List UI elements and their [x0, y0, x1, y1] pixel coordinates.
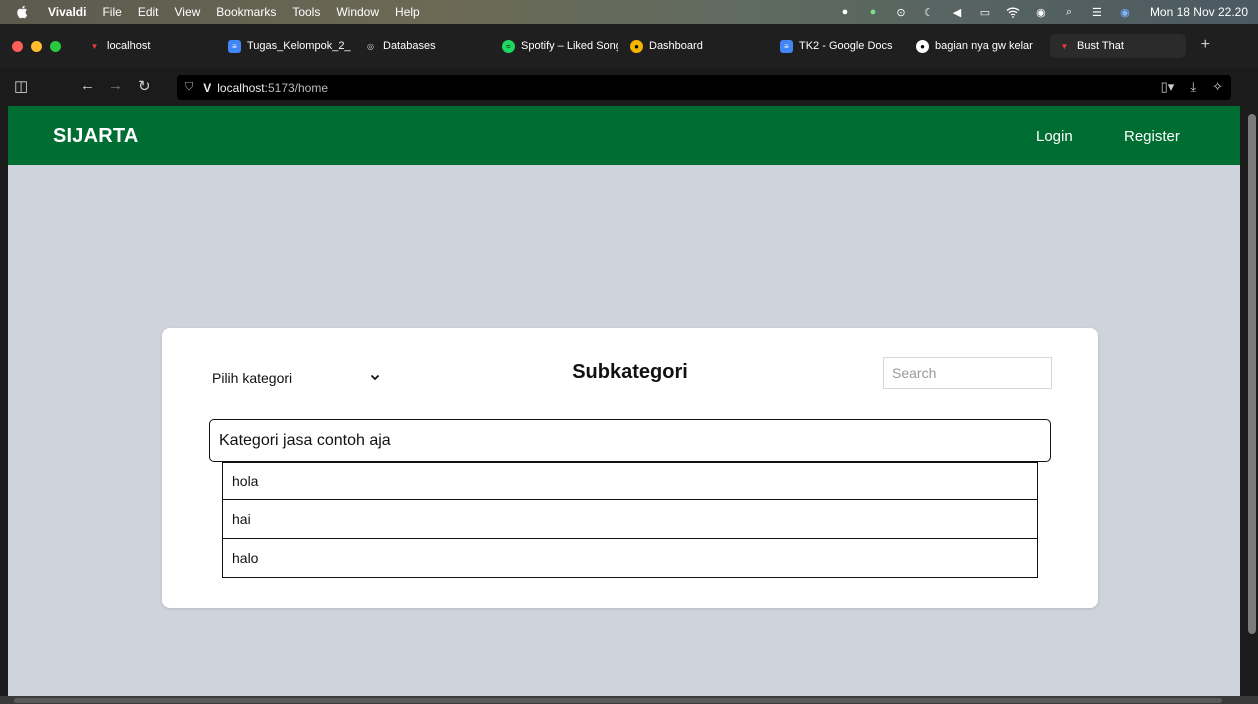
- zoom-window-icon[interactable]: [50, 41, 61, 52]
- moon-icon[interactable]: ☾: [922, 5, 936, 19]
- category-header[interactable]: Kategori jasa contoh aja: [209, 419, 1051, 462]
- siri-icon[interactable]: ◉: [1118, 5, 1132, 19]
- record-icon[interactable]: ●: [838, 5, 852, 19]
- tab-label: Spotify – Liked Songs: [521, 40, 618, 52]
- bookmark-icon[interactable]: ▯▾: [1161, 79, 1175, 95]
- url-field[interactable]: ⛉ V localhost:5173/home ▯▾ ⤓ ✧: [177, 75, 1231, 100]
- tab-tk2-google-docs[interactable]: ≡ TK2 - Google Docs: [780, 34, 904, 58]
- forward-icon[interactable]: →: [108, 77, 123, 94]
- tab-dashboard[interactable]: ● Dashboard: [630, 34, 740, 58]
- close-window-icon[interactable]: [12, 41, 23, 52]
- address-bar-row: ◫ ← → ↻ ⛉ V localhost:5173/home ▯▾ ⤓ ✧: [0, 68, 1258, 106]
- extensions-icon[interactable]: ✧: [1212, 79, 1223, 95]
- login-link[interactable]: Login: [1036, 128, 1073, 145]
- databases-icon: ◎: [367, 41, 374, 51]
- list-item[interactable]: hai: [222, 500, 1038, 539]
- shield-icon[interactable]: ⛉: [185, 81, 193, 94]
- tab-label: Bust That: [1077, 40, 1124, 52]
- subkategori-card: Pilih kategori Subkategori Search Katego…: [162, 328, 1098, 608]
- battery-icon[interactable]: ▭: [978, 5, 992, 19]
- new-tab-icon[interactable]: +: [1201, 36, 1210, 54]
- back-icon[interactable]: ←: [80, 77, 95, 94]
- apple-icon[interactable]: [14, 0, 30, 24]
- menu-bookmarks[interactable]: Bookmarks: [216, 5, 276, 19]
- dashboard-icon: ●: [630, 39, 643, 53]
- tab-spotify[interactable]: ≈ Spotify – Liked Songs: [502, 34, 618, 58]
- docs-icon: ≡: [228, 39, 241, 53]
- menu-window[interactable]: Window: [336, 5, 379, 19]
- tab-label: Dashboard: [649, 40, 703, 52]
- download-icon[interactable]: ⤓: [1190, 79, 1196, 95]
- volume-icon[interactable]: ◀: [950, 5, 964, 19]
- menu-app-vivaldi[interactable]: Vivaldi: [48, 5, 86, 19]
- browser-tab-bar: ▼ localhost ≡ Tugas_Kelompok_2_ ◎ Databa…: [0, 24, 1258, 68]
- tab-github[interactable]: ● bagian nya gw kelar: [916, 34, 1048, 58]
- menubar-clock[interactable]: Mon 18 Nov 22.20: [1150, 5, 1248, 19]
- tab-localhost[interactable]: ▼ localhost: [88, 34, 208, 58]
- status-bar: [0, 696, 1258, 704]
- menu-help[interactable]: Help: [395, 5, 420, 19]
- macos-menubar: Vivaldi File Edit View Bookmarks Tools W…: [0, 0, 1258, 24]
- tab-label: bagian nya gw kelar: [935, 40, 1033, 52]
- url-actions: ▯▾ ⤓ ✧: [1161, 79, 1223, 95]
- docs-icon: ≡: [780, 39, 793, 53]
- vivaldi-icon: ▼: [1060, 41, 1069, 51]
- tab-databases[interactable]: ◎ Databases: [364, 34, 474, 58]
- user-switch-icon[interactable]: ◉: [1034, 5, 1048, 19]
- horizontal-scrollbar[interactable]: [14, 698, 1222, 703]
- control-center-icon[interactable]: ☰: [1090, 5, 1104, 19]
- github-icon: ●: [916, 39, 929, 53]
- spotify-icon: ≈: [502, 39, 515, 53]
- site-navbar: SIJARTA Login Register: [8, 106, 1240, 165]
- window-right-edge: [1240, 106, 1258, 696]
- status-area: ● ● ⊙ ☾ ◀ ▭ ◉ ⌕ ☰ ◉ Mon 18 Nov 22.20: [838, 0, 1248, 24]
- menu-file[interactable]: File: [102, 5, 121, 19]
- tab-label: TK2 - Google Docs: [799, 40, 893, 52]
- wifi-icon[interactable]: [1006, 5, 1020, 19]
- vivaldi-icon: ▼: [90, 41, 99, 51]
- vertical-scrollbar[interactable]: [1248, 114, 1256, 634]
- vivaldi-icon: V: [203, 80, 212, 95]
- web-page: SIJARTA Login Register Pilih kategori Su…: [8, 106, 1240, 696]
- menu-view[interactable]: View: [175, 5, 201, 19]
- subcategory-list: hola hai halo: [222, 462, 1038, 578]
- tab-label: Tugas_Kelompok_2_: [247, 40, 351, 52]
- menu-edit[interactable]: Edit: [138, 5, 159, 19]
- play-icon[interactable]: ⊙: [894, 5, 908, 19]
- register-link[interactable]: Register: [1124, 128, 1180, 145]
- reload-icon[interactable]: ↻: [138, 77, 151, 95]
- site-brand[interactable]: SIJARTA: [53, 125, 138, 148]
- url-text: localhost:5173/home: [217, 80, 329, 95]
- spotlight-search-icon[interactable]: ⌕: [1062, 5, 1076, 19]
- tab-bust-that[interactable]: ▼ Bust That: [1050, 34, 1186, 58]
- tab-tugas-kelompok[interactable]: ≡ Tugas_Kelompok_2_: [228, 34, 356, 58]
- panel-toggle-icon[interactable]: ◫: [14, 77, 28, 95]
- list-item[interactable]: halo: [222, 539, 1038, 578]
- menu-tools[interactable]: Tools: [292, 5, 320, 19]
- minimize-window-icon[interactable]: [31, 41, 42, 52]
- tab-label: localhost: [107, 40, 151, 52]
- search-input[interactable]: Search: [883, 357, 1052, 389]
- window-controls: [12, 41, 61, 52]
- chat-icon[interactable]: ●: [866, 5, 880, 19]
- tab-label: Databases: [383, 40, 436, 52]
- list-item[interactable]: hola: [222, 462, 1038, 500]
